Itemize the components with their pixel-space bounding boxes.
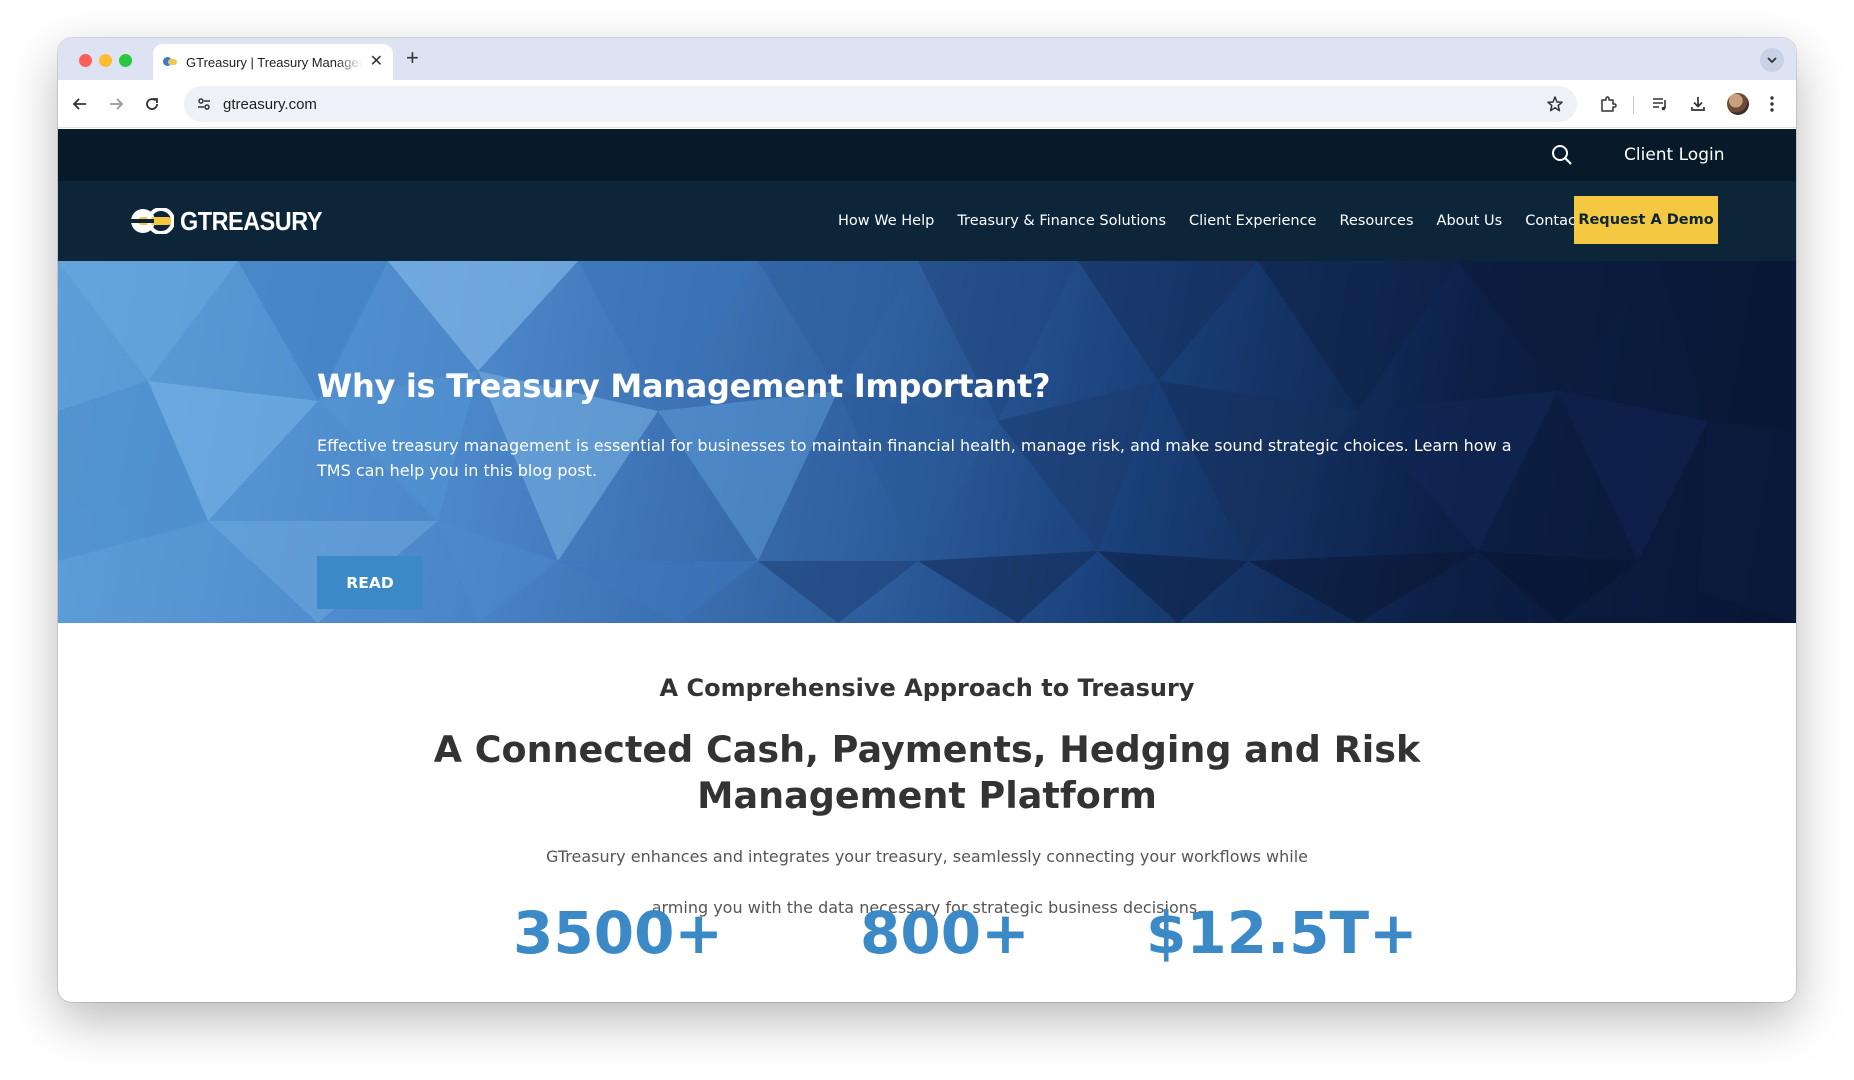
- read-button[interactable]: READ: [317, 556, 423, 609]
- tab-strip: GTreasury | Treasury Management ✕ +: [58, 38, 1796, 80]
- browser-tab[interactable]: GTreasury | Treasury Management ✕: [153, 44, 393, 80]
- toolbar-divider: [1633, 96, 1634, 114]
- tab-title: GTreasury | Treasury Management: [186, 54, 362, 70]
- gtreasury-logo[interactable]: GTREASURY: [130, 205, 338, 237]
- maximize-window-button[interactable]: [119, 54, 132, 67]
- chevron-down-icon: [1767, 57, 1777, 64]
- url-text: gtreasury.com: [223, 95, 317, 113]
- stat-partners: 800+: [860, 899, 1030, 967]
- kebab-icon[interactable]: [1762, 94, 1782, 114]
- playlist-icon[interactable]: [1650, 94, 1670, 114]
- section-body-line-1: GTreasury enhances and integrates your t…: [546, 847, 1308, 866]
- gtreasury-favicon-icon: [163, 55, 177, 69]
- reload-icon[interactable]: [142, 94, 162, 114]
- nav-treasury-finance-solutions[interactable]: Treasury & Finance Solutions: [957, 213, 1166, 229]
- address-bar[interactable]: gtreasury.com: [184, 86, 1577, 122]
- star-icon[interactable]: [1545, 94, 1565, 114]
- browser-toolbar: gtreasury.com: [58, 80, 1796, 128]
- download-icon[interactable]: [1688, 94, 1708, 114]
- page-viewport: Client Login GTREASURY How We Help Treas…: [58, 129, 1796, 1002]
- close-tab-icon[interactable]: ✕: [370, 54, 383, 70]
- arrow-right-icon[interactable]: [106, 94, 126, 114]
- stat-clients: 3500+: [513, 899, 724, 967]
- hero-description: Effective treasury management is essenti…: [317, 436, 1512, 480]
- nav-links: How We Help Treasury & Finance Solutions…: [838, 181, 1605, 261]
- browser-window: GTreasury | Treasury Management ✕ + gtre…: [58, 38, 1796, 1002]
- request-demo-button[interactable]: Request A Demo: [1574, 196, 1718, 244]
- section-title: A Connected Cash, Payments, Hedging and …: [433, 728, 1421, 817]
- nav-resources[interactable]: Resources: [1339, 213, 1413, 229]
- nav-how-we-help[interactable]: How We Help: [838, 213, 934, 229]
- section-subtitle: A Comprehensive Approach to Treasury: [659, 674, 1195, 702]
- puzzle-icon[interactable]: [1598, 94, 1618, 114]
- nav-client-experience[interactable]: Client Experience: [1189, 213, 1316, 229]
- new-tab-button[interactable]: +: [406, 47, 419, 69]
- client-login-link[interactable]: Client Login: [1624, 145, 1724, 165]
- main-navigation: GTREASURY How We Help Treasury & Finance…: [58, 181, 1796, 261]
- close-window-button[interactable]: [79, 54, 92, 67]
- profile-avatar[interactable]: [1727, 93, 1749, 115]
- utility-bar: Client Login: [58, 129, 1796, 181]
- tab-search-button[interactable]: [1760, 48, 1784, 72]
- minimize-window-button[interactable]: [99, 54, 112, 67]
- hero-title: Why is Treasury Management Important?: [317, 367, 1051, 405]
- arrow-left-icon[interactable]: [70, 94, 90, 114]
- hero-banner: Why is Treasury Management Important? Ef…: [58, 261, 1796, 623]
- nav-about-us[interactable]: About Us: [1437, 213, 1503, 229]
- gtreasury-logo-icon: [130, 208, 174, 234]
- search-icon[interactable]: [1551, 144, 1573, 166]
- logo-text: GTREASURY: [180, 205, 323, 236]
- stat-volume: $12.5T+: [1146, 899, 1418, 967]
- tune-icon[interactable]: [194, 94, 214, 114]
